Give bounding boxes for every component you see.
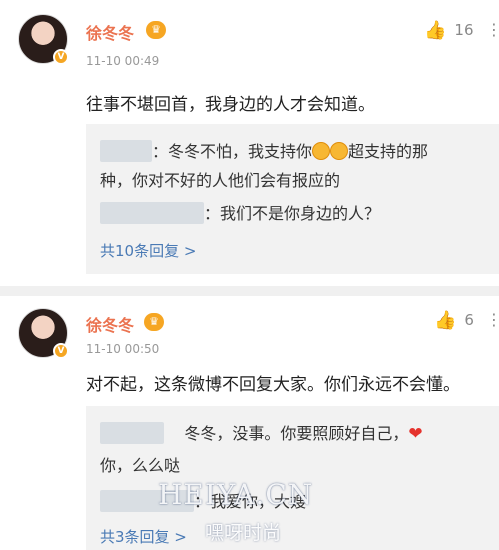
watermark-latin: HEIYA.CN [158,478,314,511]
reply-box: ：冬冬不怕，我支持你 超支持的那 种，你对不好的人他们会有报应的 ：我们不是你身边… [86,124,499,274]
view-all-replies-link[interactable]: 共10条回复 > [100,240,196,261]
watermark-chinese: 嘿呀时尚 [205,522,282,544]
comment-card: V 徐冬冬 ♛ 11-10 00:49 👍 16 ⋮ 往事不堪回首，我身边的人才会… [0,0,499,286]
timestamp: 11-10 00:49 [86,54,160,68]
verified-badge-icon: V [53,343,69,359]
like-count: 16 [454,21,474,39]
avatar[interactable]: V [18,308,69,359]
reply-text: ：冬冬不怕，我支持你 [152,142,313,161]
reply-text: 超支持的那 [348,142,429,161]
comment-text: 对不起，这条微博不回复大家。你们永远不会懂。 [86,375,460,395]
timestamp: 11-10 00:50 [86,342,160,356]
divider [0,286,499,296]
more-icon[interactable]: ⋮ [486,20,499,39]
reply-item[interactable]: ：我们不是你身边的人？ [100,200,380,224]
avatar[interactable]: V [18,14,69,65]
view-all-replies-link[interactable]: 共3条回复 > [100,526,187,547]
thumbs-up-icon: 👍 [424,20,447,41]
like-count: 6 [464,311,474,329]
reply-text: ：我们不是你身边的人？ [204,204,381,223]
verified-badge-icon: V [53,49,69,65]
username[interactable]: 徐冬冬 [86,20,134,44]
reply-item[interactable]: 冬冬，没事。你要照顾好自己，❤ [100,420,423,444]
reply-continuation: 种，你对不好的人他们会有报应的 [100,171,341,190]
like-button[interactable]: 👍 16 [424,20,474,41]
vip-crown-icon: ♛ [146,21,166,39]
thumbs-up-icon: 👍 [434,310,457,331]
emoji-icon [312,142,331,160]
blurred-username [100,202,204,224]
username[interactable]: 徐冬冬 [86,312,134,336]
vip-crown-icon: ♛ [144,313,164,331]
more-icon[interactable]: ⋮ [486,310,499,329]
comment-text: 往事不堪回首，我身边的人才会知道。 [86,95,375,115]
reply-text: 冬冬，没事。你要照顾好自己， [184,424,409,443]
reply-continuation: 你，么么哒 [100,456,181,475]
blurred-username [100,140,152,162]
like-button[interactable]: 👍 6 [434,310,474,331]
blurred-username [100,422,164,444]
comment-card: V 徐冬冬 ♛ 11-10 00:50 👍 6 ⋮ 对不起，这条微博不回复大家。你… [0,296,499,550]
reply-item[interactable]: ：冬冬不怕，我支持你 超支持的那 [100,138,428,162]
heart-icon: ❤ [408,424,423,444]
emoji-icon [330,142,349,160]
